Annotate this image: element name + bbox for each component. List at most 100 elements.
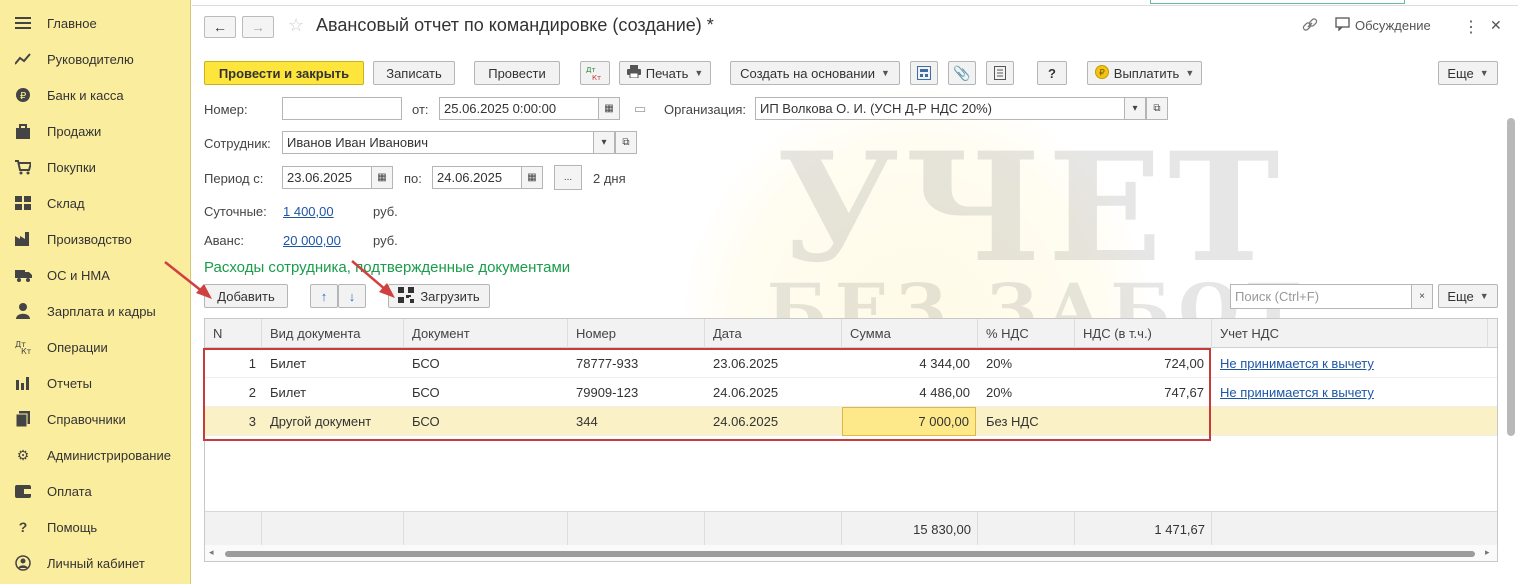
horizontal-scrollbar[interactable]: ◂ ▸ [205,545,1497,561]
cell-sum-active[interactable]: 7 000,00 [842,407,976,436]
dt-kt-button[interactable]: Дт Кт [580,61,610,85]
table-more-button[interactable]: Еще ▼ [1438,284,1498,308]
sidebar-item-main[interactable]: Главное [0,5,191,41]
date-field[interactable]: 25.06.2025 0:00:00 [439,97,599,120]
per-diem-label: Суточные: [204,204,267,219]
sidebar-item-help[interactable]: ? Помощь [0,509,191,545]
more-button[interactable]: Еще ▼ [1438,61,1498,85]
col-vat[interactable]: НДС (в т.ч.) [1075,319,1212,348]
sidebar-item-label: Личный кабинет [47,555,145,571]
save-button[interactable]: Записать [373,61,455,85]
sidebar-item-bank[interactable]: ₽ Банк и касса [0,77,191,113]
chevron-down-icon[interactable]: ▾ [1124,97,1146,120]
svg-text:Кт: Кт [592,74,601,81]
period-days: 2 дня [593,171,626,186]
sidebar-item-reports[interactable]: Отчеты [0,365,191,401]
cell-date: 24.06.2025 [713,385,779,400]
document-list-icon [994,66,1006,80]
favorite-star-icon[interactable]: ☆ [288,15,304,36]
sidebar-item-label: Склад [47,195,85,211]
cell-vat-accounting-link[interactable] [1214,407,1488,436]
cell-n: 1 [248,356,256,371]
create-based-on-button[interactable]: Создать на основании ▼ [730,61,900,85]
move-up-button[interactable]: ↑ [310,284,338,308]
more-vertical-icon[interactable]: ⋮ [1463,17,1479,37]
col-doc-kind[interactable]: Вид документа [262,319,404,348]
calendar-icon[interactable]: ▦ [598,97,620,120]
clear-search-icon[interactable]: × [1411,284,1433,309]
cell-vat: 747,67 [1164,385,1204,400]
sidebar-item-assets[interactable]: ОС и НМА [0,257,191,293]
sidebar-item-warehouse[interactable]: Склад [0,185,191,221]
period-select-button[interactable]: ... [554,165,582,190]
attach-button[interactable]: 📎 [948,61,976,85]
more-label: Еще [1447,65,1474,81]
col-date[interactable]: Дата [705,319,842,348]
list-button[interactable] [986,61,1014,85]
cell-vat-accounting-link[interactable]: Не принимается к вычету [1214,378,1488,407]
sidebar-item-manager[interactable]: Руководителю [0,41,191,77]
per-diem-link[interactable]: 1 400,00 [283,204,334,219]
pay-button[interactable]: ₽ Выплатить ▼ [1087,61,1202,85]
advance-link[interactable]: 20 000,00 [283,233,341,248]
move-down-button[interactable]: ↓ [338,284,366,308]
sidebar: Главное Руководителю ₽ Банк и касса Прод… [0,0,191,584]
print-button[interactable]: Печать ▼ [619,61,711,85]
structure-button[interactable] [910,61,938,85]
table-row-selected[interactable]: 3 Другой документ БСО 344 24.06.2025 7 0… [205,407,1497,436]
link-icon[interactable] [1302,17,1318,36]
calendar-icon[interactable]: ▦ [371,166,393,189]
sidebar-item-payment[interactable]: Оплата [0,473,191,509]
table-row[interactable]: 1 Билет БСО 78777-933 23.06.2025 4 344,0… [205,349,1497,378]
period-to-field[interactable]: 24.06.2025 [432,166,522,189]
create-based-label: Создать на основании [740,65,875,81]
sidebar-item-label: Руководителю [47,51,134,67]
dt-kt-icon: ДтКт [14,338,32,356]
sidebar-item-salary[interactable]: Зарплата и кадры [0,293,191,329]
qr-code-icon [398,286,415,306]
help-button[interactable]: ? [1037,61,1067,85]
sidebar-item-sales[interactable]: Продажи [0,113,191,149]
discussion-button[interactable]: Обсуждение [1335,17,1431,34]
trend-icon [14,50,32,68]
sidebar-item-operations[interactable]: Дт Кт Операции [0,329,191,365]
post-button[interactable]: Провести [474,61,560,85]
vertical-scrollbar[interactable] [1507,118,1515,436]
col-document[interactable]: Документ [404,319,568,348]
add-button[interactable]: Добавить [204,284,288,308]
col-sum[interactable]: Сумма [842,319,978,348]
number-field[interactable] [282,97,402,120]
forward-button[interactable]: → [242,16,274,38]
sidebar-item-label: Банк и касса [47,87,124,103]
close-icon[interactable]: ✕ [1490,17,1502,34]
employee-field[interactable]: Иванов Иван Иванович [282,131,594,154]
open-icon[interactable]: ⧉ [615,131,637,154]
scroll-thumb[interactable] [225,551,1475,557]
col-vat-rate[interactable]: % НДС [978,319,1075,348]
period-from-field[interactable]: 23.06.2025 [282,166,372,189]
ruble-icon: ₽ [14,86,32,104]
cell-vat-accounting-link[interactable]: Не принимается к вычету [1214,349,1488,378]
organization-field[interactable]: ИП Волкова О. И. (УСН Д-Р НДС 20%) [755,97,1125,120]
open-icon[interactable]: ⧉ [1146,97,1168,120]
sidebar-item-directories[interactable]: Справочники [0,401,191,437]
total-vat: 1 471,67 [1075,512,1212,546]
chevron-down-icon[interactable]: ▾ [593,131,615,154]
load-button[interactable]: Загрузить [388,284,490,308]
back-button[interactable]: ← [204,16,236,38]
sidebar-item-purchases[interactable]: Покупки [0,149,191,185]
table-row[interactable]: 2 Билет БСО 79909-123 24.06.2025 4 486,0… [205,378,1497,407]
post-and-close-button[interactable]: Провести и закрыть [204,61,364,85]
col-n[interactable]: N [205,319,262,348]
arrow-up-icon: ↑ [320,288,328,304]
col-number[interactable]: Номер [568,319,705,348]
col-vat-accounting[interactable]: Учет НДС [1212,319,1488,348]
load-label: Загрузить [420,288,480,304]
sidebar-item-production[interactable]: Производство [0,221,191,257]
sidebar-item-account[interactable]: Личный кабинет [0,545,191,581]
scroll-right-icon[interactable]: ▸ [1485,547,1490,558]
search-input[interactable]: Поиск (Ctrl+F) [1230,284,1412,309]
scroll-left-icon[interactable]: ◂ [209,547,214,558]
sidebar-item-admin[interactable]: ⚙ Администрирование [0,437,191,473]
calendar-icon[interactable]: ▦ [521,166,543,189]
